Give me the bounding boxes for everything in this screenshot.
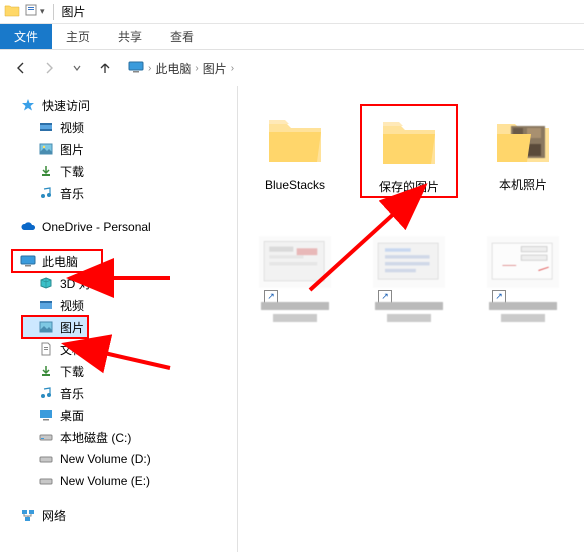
nav-forward-button[interactable]: [38, 57, 60, 79]
download-icon: [38, 363, 54, 379]
music-icon: [38, 185, 54, 201]
address-bar: › 此电脑 › 图片 ›: [0, 50, 584, 86]
tree-label: New Volume (E:): [60, 474, 150, 488]
cloud-icon: [20, 219, 36, 235]
tree-label: 此电脑: [42, 253, 78, 270]
disk-icon: [38, 429, 54, 445]
image-thumb: [373, 228, 445, 296]
qat-dropdown-icon[interactable]: ▾: [40, 6, 45, 17]
content-area: 快速访问 视频 图片 下载 音乐 OneDrive - Personal 此电脑: [0, 86, 584, 552]
desktop-icon: [38, 407, 54, 423]
tree-pc-music[interactable]: 音乐: [0, 382, 237, 404]
window-title: 图片: [62, 3, 86, 20]
tree-label: 文档: [60, 341, 84, 358]
item-label: [255, 300, 335, 329]
tree-label: 视频: [60, 297, 84, 314]
nav-up-button[interactable]: [94, 57, 116, 79]
video-icon: [38, 297, 54, 313]
folder-item[interactable]: 保存的图片: [362, 106, 456, 196]
image-thumb: [259, 228, 331, 296]
tree-qa-pictures[interactable]: 图片: [0, 138, 237, 160]
monitor-icon: [20, 253, 36, 269]
item-label: [369, 300, 449, 329]
tree-label: 视频: [60, 119, 84, 136]
folder-icon: [259, 106, 331, 174]
tree-onedrive[interactable]: OneDrive - Personal: [0, 216, 237, 238]
folder-preview-icon: [487, 106, 559, 174]
picture-icon: [38, 141, 54, 157]
item-label: 本机照片: [499, 178, 547, 192]
tree-pc-3d[interactable]: 3D 对象: [0, 272, 237, 294]
folder-icon: [4, 3, 20, 20]
tree-label: 下载: [60, 163, 84, 180]
tree-pc-disk-c[interactable]: 本地磁盘 (C:): [0, 426, 237, 448]
document-icon: [38, 341, 54, 357]
network-icon: [20, 507, 36, 523]
tree-pc-disk-e[interactable]: New Volume (E:): [0, 470, 237, 492]
image-thumb: [487, 228, 559, 296]
properties-icon[interactable]: [24, 3, 38, 20]
file-tab[interactable]: 文件: [0, 24, 52, 49]
tree-label: 音乐: [60, 385, 84, 402]
ribbon-tabs: 文件 主页 共享 查看: [0, 24, 584, 50]
tree-qa-video[interactable]: 视频: [0, 116, 237, 138]
image-shortcut-item[interactable]: ↗: [362, 228, 456, 329]
tree-qa-music[interactable]: 音乐: [0, 182, 237, 204]
tree-pc-downloads[interactable]: 下载: [0, 360, 237, 382]
item-label: [483, 300, 563, 329]
nav-history-button[interactable]: [66, 57, 88, 79]
cube-icon: [38, 275, 54, 291]
image-shortcut-item[interactable]: ↗: [476, 228, 570, 329]
item-label: 保存的图片: [379, 180, 439, 194]
tree-pc-pictures[interactable]: 图片: [22, 316, 88, 338]
chevron-right-icon[interactable]: ›: [195, 63, 198, 74]
tree-label: 音乐: [60, 185, 84, 202]
folder-item[interactable]: BlueStacks: [248, 106, 342, 196]
star-icon: [20, 97, 36, 113]
chevron-right-icon[interactable]: ›: [231, 63, 234, 74]
tab-share[interactable]: 共享: [104, 24, 156, 49]
tab-view[interactable]: 查看: [156, 24, 208, 49]
tree-pc-documents[interactable]: 文档: [0, 338, 237, 360]
tab-home[interactable]: 主页: [52, 24, 104, 49]
quick-access-toolbar: ▾: [24, 3, 45, 20]
tree-label: 快速访问: [42, 97, 90, 114]
tree-pc-disk-d[interactable]: New Volume (D:): [0, 448, 237, 470]
tree-label: OneDrive - Personal: [42, 220, 151, 234]
breadcrumb[interactable]: › 此电脑 › 图片 ›: [128, 60, 236, 77]
nav-back-button[interactable]: [10, 57, 32, 79]
item-label: BlueStacks: [265, 178, 325, 192]
video-icon: [38, 119, 54, 135]
tree-label: New Volume (D:): [60, 452, 151, 466]
nav-tree: 快速访问 视频 图片 下载 音乐 OneDrive - Personal 此电脑: [0, 86, 238, 552]
disk-icon: [38, 451, 54, 467]
tree-qa-downloads[interactable]: 下载: [0, 160, 237, 182]
image-shortcut-item[interactable]: ↗: [248, 228, 342, 329]
music-icon: [38, 385, 54, 401]
tree-label: 图片: [60, 319, 84, 336]
tree-network[interactable]: 网络: [0, 504, 237, 526]
tree-pc-video[interactable]: 视频: [0, 294, 237, 316]
title-bar: ▾ 图片: [0, 0, 584, 24]
picture-icon: [38, 319, 54, 335]
tree-pc-desktop[interactable]: 桌面: [0, 404, 237, 426]
folder-item[interactable]: 本机照片: [476, 106, 570, 196]
tree-this-pc[interactable]: 此电脑: [12, 250, 102, 272]
tree-label: 3D 对象: [60, 275, 103, 292]
crumb-this-pc[interactable]: 此电脑: [155, 60, 191, 77]
tree-label: 本地磁盘 (C:): [60, 429, 131, 446]
tree-label: 桌面: [60, 407, 84, 424]
disk-icon: [38, 473, 54, 489]
tree-label: 图片: [60, 141, 84, 158]
monitor-icon: [128, 61, 144, 76]
crumb-current[interactable]: 图片: [203, 60, 227, 77]
download-icon: [38, 163, 54, 179]
items-view[interactable]: BlueStacks 保存的图片 本机照片 ↗: [238, 86, 584, 552]
chevron-right-icon[interactable]: ›: [148, 63, 151, 74]
folder-icon: [373, 108, 445, 176]
tree-label: 下载: [60, 363, 84, 380]
tree-label: 网络: [42, 507, 66, 524]
tree-quick-access[interactable]: 快速访问: [0, 94, 237, 116]
